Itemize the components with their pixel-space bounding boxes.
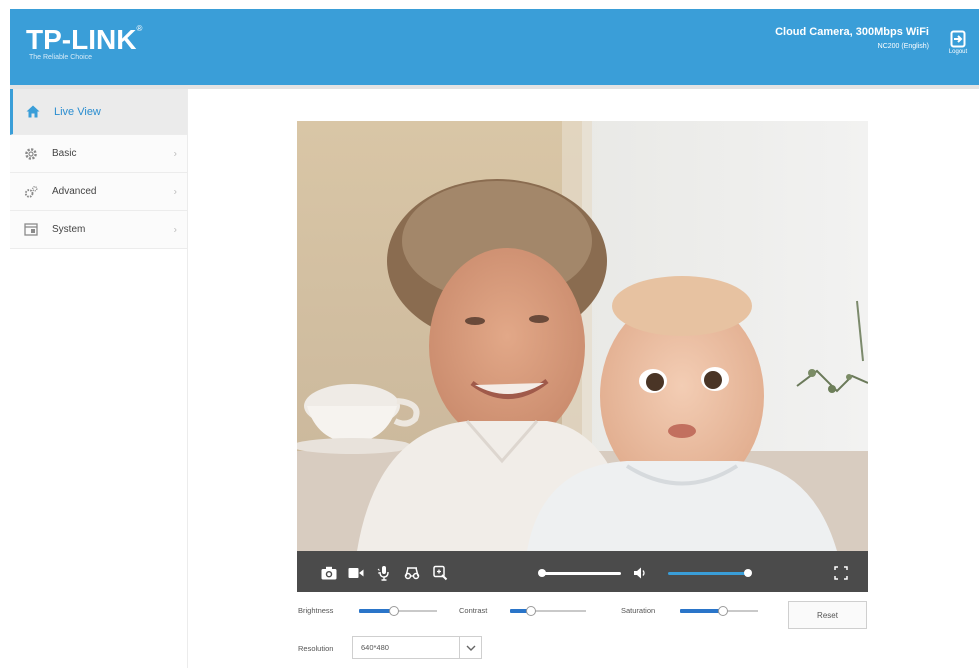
night-vision-icon[interactable] <box>403 564 421 582</box>
saturation-slider[interactable] <box>680 606 758 616</box>
reset-button[interactable]: Reset <box>788 601 867 629</box>
contrast-slider[interactable] <box>510 606 586 616</box>
live-video-feed[interactable] <box>297 121 868 551</box>
sidebar: Live View Basic › Advanced › System › <box>10 89 188 668</box>
chevron-right-icon: › <box>173 224 177 235</box>
volume-slider-knob[interactable] <box>744 569 752 577</box>
resolution-value: 640*480 <box>361 643 389 652</box>
sidebar-item-label: Live View <box>54 105 101 118</box>
logout-label: Logout <box>948 49 968 55</box>
gears-icon <box>24 185 38 199</box>
sidebar-item-label: System <box>52 224 86 235</box>
logout-icon <box>950 30 966 48</box>
saturation-label: Saturation <box>621 606 656 615</box>
logout-button[interactable]: Logout <box>946 30 970 55</box>
home-icon <box>26 105 40 119</box>
zoom-slider-knob[interactable] <box>538 569 546 577</box>
system-icon <box>24 223 38 237</box>
video-frame-image <box>297 121 868 551</box>
header-bar <box>10 9 979 85</box>
sidebar-item-label: Basic <box>52 148 77 159</box>
gear-icon <box>24 147 38 161</box>
camera-snapshot-icon[interactable] <box>320 564 338 582</box>
record-video-icon[interactable] <box>347 564 365 582</box>
zoom-icon[interactable] <box>431 564 449 582</box>
product-name: Cloud Camera, 300Mbps WiFi <box>775 26 929 38</box>
talk-microphone-icon[interactable] <box>375 564 393 582</box>
brightness-slider[interactable] <box>359 606 437 616</box>
header: TP-LINK® The Reliable Choice Cloud Camer… <box>0 0 979 89</box>
chevron-right-icon: › <box>173 186 177 197</box>
resolution-select[interactable]: 640*480 <box>352 636 482 659</box>
saturation-fill <box>680 609 723 613</box>
volume-icon[interactable] <box>632 564 650 582</box>
contrast-label: Contrast <box>459 606 488 615</box>
zoom-slider[interactable] <box>538 569 621 577</box>
sidebar-item-label: Advanced <box>52 186 97 197</box>
chevron-down-icon <box>459 637 481 658</box>
sidebar-item-system[interactable]: System › <box>10 211 187 249</box>
brightness-label: Brightness <box>298 606 334 615</box>
tp-link-logo: TP-LINK® <box>26 24 143 55</box>
sidebar-item-basic[interactable]: Basic › <box>10 135 187 173</box>
contrast-knob[interactable] <box>526 606 536 616</box>
model-language: NC200 (English) <box>877 43 929 50</box>
resolution-label: Resolution <box>298 644 334 653</box>
chevron-right-icon: › <box>173 148 177 159</box>
volume-slider[interactable] <box>668 569 752 577</box>
sidebar-item-advanced[interactable]: Advanced › <box>10 173 187 211</box>
logo-tagline: The Reliable Choice <box>29 54 93 61</box>
brightness-knob[interactable] <box>389 606 399 616</box>
fullscreen-icon[interactable] <box>832 564 850 582</box>
sidebar-item-live-view[interactable]: Live View <box>10 89 187 135</box>
saturation-knob[interactable] <box>718 606 728 616</box>
